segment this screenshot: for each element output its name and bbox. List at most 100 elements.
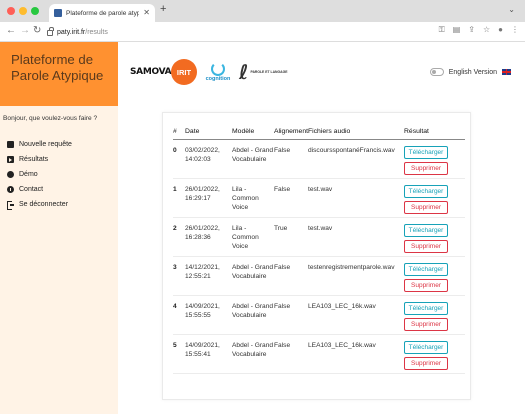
key-icon[interactable]: ⚿ [439,26,445,34]
address-bar-actions: ⚿ ▤ ⇪ ☆ ● ⋮ [439,26,519,34]
browser-tab[interactable]: Plateforme de parole atypique ✕ [49,4,155,22]
info-icon [7,186,14,193]
table-row: 4 14/09/2021, 15:55:55 Abdel - Grand Voc… [173,295,465,334]
row-alignment: False [274,146,291,154]
delete-button[interactable]: Supprimer [404,278,448,292]
sidebar-item-contact[interactable]: Contact [7,182,118,197]
row-audio-file: test.wav [308,185,333,193]
logout-icon [7,201,14,210]
delete-button[interactable]: Supprimer [404,317,448,331]
table-header-row: # Date Modèle Alignement Fichiers audio … [173,124,465,139]
tab-close-icon[interactable]: ✕ [143,9,150,17]
row-audio-file: LEA103_LEC_16k.wav [308,302,376,310]
close-window-icon[interactable] [7,7,15,15]
row-number: 2 [173,224,177,232]
table-row: 2 26/01/2022, 16:28:36 Lila - Common Voi… [173,217,465,256]
download-button[interactable]: Télécharger [404,262,448,276]
parole-langage-logo: ℓ PAROLE ET LANGAGE [239,60,288,84]
row-number: 5 [173,341,177,349]
profile-icon[interactable]: ● [498,26,503,34]
download-button[interactable]: Télécharger [404,184,448,198]
header-model: Modèle [232,127,255,135]
language-switch[interactable]: English Version [429,68,511,76]
file-icon [7,141,14,148]
row-model: Lila - Common Voice [232,185,259,211]
partner-logos: SAMOVA IRIT cognition ℓ PAROLE ET LANGAG… [130,55,287,89]
row-date: 14/09/2021, 15:55:41 [185,341,220,358]
row-alignment: False [274,263,291,271]
delete-button[interactable]: Supprimer [404,161,448,175]
row-actions: Télécharger Supprimer [404,295,465,334]
header-number: # [173,127,177,135]
row-audio-file: testenregistrementparole.wav [308,263,395,271]
delete-button[interactable]: Supprimer [404,239,448,253]
tab-list-chevron-icon[interactable]: ⌄ [508,5,515,14]
results-card: # Date Modèle Alignement Fichiers audio … [162,112,471,400]
table-row: 5 14/09/2021, 15:55:41 Abdel - Grand Voc… [173,334,465,373]
site-title[interactable]: Plateforme de Parole Atypique [11,52,118,83]
parole-langage-mark-icon: ℓ [239,60,249,84]
download-button[interactable]: Télécharger [404,301,448,315]
maximize-window-icon[interactable] [31,7,39,15]
table-row: 1 26/01/2022, 16:29:17 Lila - Common Voi… [173,178,465,217]
sidebar-item-new-request[interactable]: Nouvelle requête [7,137,118,152]
samova-logo: SAMOVA [130,66,172,77]
row-audio-file: discoursspontanéFrancis.wav [308,146,395,154]
row-date: 14/09/2021, 15:55:55 [185,302,220,319]
row-alignment: False [274,302,291,310]
language-toggle[interactable] [429,68,444,76]
lock-icon [47,27,54,36]
dashboard-icon [7,171,14,178]
kebab-menu-icon[interactable]: ⋮ [511,26,519,34]
reload-icon[interactable]: ↻ [33,26,41,36]
back-arrow-icon[interactable]: ← [6,26,16,36]
star-icon[interactable]: ☆ [483,26,490,34]
browser-tab-bar: Plateforme de parole atypique ✕ + ⌄ [0,0,525,22]
share-icon[interactable]: ⇪ [468,26,475,34]
url-field[interactable]: paty.irit.fr/results [47,25,467,39]
row-model: Abdel - Grand Vocabulaire [232,302,274,319]
sidebar-item-results[interactable]: Résultats [7,152,118,167]
sidebar-item-logout[interactable]: Se déconnecter [7,197,118,212]
translate-icon[interactable]: ▤ [453,26,461,34]
greeting-text: Bonjour, que voulez-vous faire ? [3,115,98,122]
row-alignment: False [274,341,291,349]
uk-flag-icon [502,69,511,75]
row-model: Abdel - Grand Vocabulaire [232,263,274,280]
language-label: English Version [448,68,497,76]
sidebar-item-demo[interactable]: Démo [7,167,118,182]
irit-logo: IRIT [171,59,197,85]
forward-arrow-icon[interactable]: → [20,26,30,36]
row-audio-file: LEA103_LEC_16k.wav [308,341,376,349]
minimize-window-icon[interactable] [19,7,27,15]
download-button[interactable]: Télécharger [404,223,448,237]
header-result: Résultat [404,127,429,135]
row-number: 4 [173,302,177,310]
favicon-icon [54,9,62,17]
row-model: Lila - Common Voice [232,224,259,250]
delete-button[interactable]: Supprimer [404,356,448,370]
row-actions: Télécharger Supprimer [404,178,465,217]
delete-button[interactable]: Supprimer [404,200,448,214]
row-audio-file: test.wav [308,224,333,232]
row-alignment: False [274,185,291,193]
row-date: 14/12/2021, 12:55:21 [185,263,220,280]
cognition-mark-icon [211,61,225,76]
row-date: 26/01/2022, 16:28:36 [185,224,220,241]
new-tab-icon[interactable]: + [160,4,166,15]
url-text: paty.irit.fr/results [57,28,108,36]
row-date: 26/01/2022, 16:29:17 [185,185,220,202]
results-table: # Date Modèle Alignement Fichiers audio … [173,124,465,374]
results-icon [7,156,14,163]
download-button[interactable]: Télécharger [404,145,448,159]
download-button[interactable]: Télécharger [404,340,448,354]
row-model: Abdel - Grand Vocabulaire [232,341,274,358]
address-bar: ← → ↻ paty.irit.fr/results ⚿ ▤ ⇪ ☆ ● ⋮ [0,22,525,42]
header-alignment: Alignement [274,127,309,135]
row-actions: Télécharger Supprimer [404,217,465,256]
tab-title: Plateforme de parole atypique [66,9,140,17]
row-alignment: True [274,224,288,232]
row-number: 1 [173,185,177,193]
table-row: 0 03/02/2022, 14:02:03 Abdel - Grand Voc… [173,139,465,178]
row-actions: Télécharger Supprimer [404,139,465,178]
